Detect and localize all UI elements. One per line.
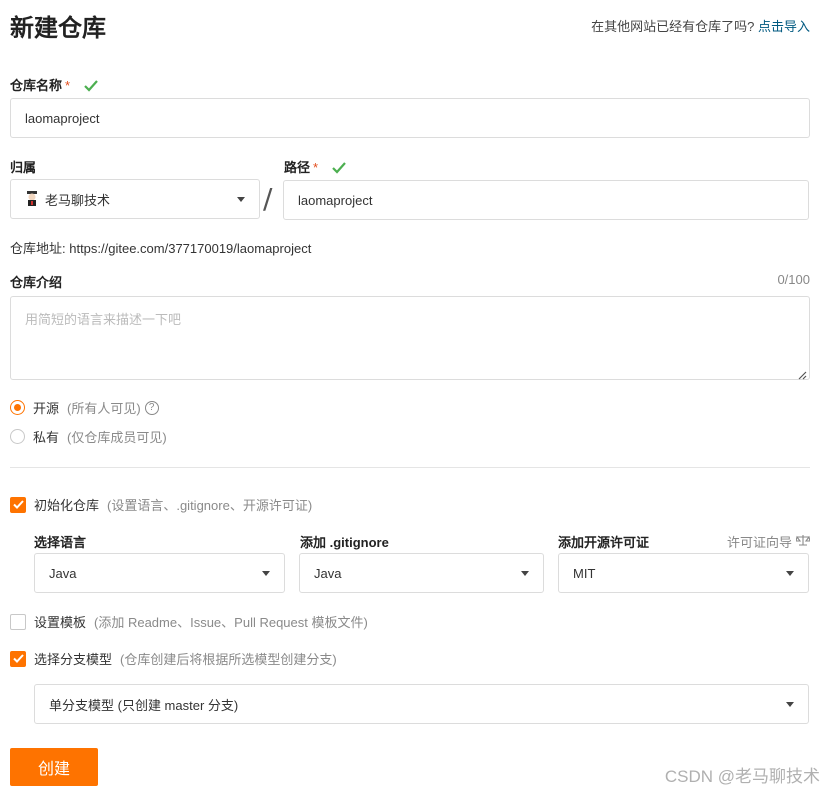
license-select[interactable]: MIT [558, 553, 809, 593]
visibility-option-private[interactable]: 私有 (仅仓库成员可见) [10, 427, 167, 446]
branch-model-label: 选择分支模型 [34, 652, 113, 667]
visibility-private-hint: (仅仓库成员可见) [67, 430, 167, 445]
branch-model-checkbox[interactable] [10, 650, 26, 667]
check-icon [331, 162, 346, 177]
owner-label: 归属 [10, 160, 37, 175]
path-input[interactable]: laomaproject [283, 180, 809, 220]
description-counter: 0/100 [777, 272, 810, 287]
init-repo-checkbox[interactable] [10, 496, 26, 513]
import-hint: 在其他网站已经有仓库了吗? 点击导入 [591, 16, 810, 35]
branch-model-checkbox-row[interactable]: 选择分支模型 (仓库创建后将根据所选模型创建分支) [10, 649, 337, 668]
template-label: 设置模板 [34, 615, 87, 630]
repo-address: 仓库地址: https://gitee.com/377170019/laomap… [10, 241, 312, 256]
gitignore-label: 添加 .gitignore [300, 535, 389, 550]
license-value: MIT [573, 565, 596, 581]
path-label: 路径 * [284, 157, 346, 177]
repo-name-input[interactable]: laomaproject [10, 98, 810, 138]
caret-down-icon [262, 570, 270, 576]
license-guide-link[interactable]: 许可证向导 [726, 532, 811, 551]
visibility-option-public[interactable]: 开源 (所有人可见) ? [10, 398, 159, 417]
radio-private[interactable] [10, 429, 25, 444]
import-hint-text: 在其他网站已经有仓库了吗? [591, 19, 755, 34]
description-label: 仓库介绍 [10, 275, 63, 290]
repo-name-label: 仓库名称 * [10, 75, 98, 95]
visibility-public-label: 开源 [33, 401, 60, 416]
checkbox-check-icon [12, 654, 24, 663]
page-title: 新建仓库 [10, 14, 106, 42]
owner-select-content: 老马聊技术 [25, 190, 110, 209]
init-repo-label: 初始化仓库 [34, 498, 100, 513]
avatar-icon [25, 190, 39, 208]
template-checkbox-row[interactable]: 设置模板 (添加 Readme、Issue、Pull Request 模板文件) [10, 612, 368, 631]
resize-grip-icon[interactable] [798, 368, 807, 380]
help-circle-icon[interactable]: ? [144, 400, 159, 415]
init-repo-checkbox-row[interactable]: 初始化仓库 (设置语言、.gitignore、开源许可证) [10, 495, 312, 514]
gitignore-value: Java [314, 565, 342, 581]
language-value: Java [49, 565, 77, 581]
init-repo-hint: (设置语言、.gitignore、开源许可证) [107, 498, 313, 513]
watermark: CSDN @老马聊技术 [664, 767, 820, 786]
gitignore-select[interactable]: Java [299, 553, 544, 593]
caret-down-icon [237, 196, 245, 202]
caret-down-icon [786, 570, 794, 576]
owner-value: 老马聊技术 [45, 192, 111, 208]
check-icon [83, 80, 98, 95]
description-textarea[interactable]: 用简短的语言来描述一下吧 [10, 296, 810, 380]
license-guide-text: 许可证向导 [726, 535, 792, 550]
template-hint: (添加 Readme、Issue、Pull Request 模板文件) [94, 615, 368, 630]
repo-name-label-text: 仓库名称 [10, 78, 63, 93]
language-select[interactable]: Java [34, 553, 285, 593]
caret-down-icon [786, 701, 794, 707]
branch-model-hint: (仓库创建后将根据所选模型创建分支) [120, 652, 337, 667]
new-repo-page: 新建仓库 在其他网站已经有仓库了吗? 点击导入 仓库名称 * laomaproje… [0, 0, 836, 792]
visibility-private-label: 私有 [33, 430, 60, 445]
branch-model-select[interactable]: 单分支模型 (只创建 master 分支) [34, 684, 809, 724]
license-label: 添加开源许可证 [558, 535, 650, 550]
create-button[interactable]: 创建 [10, 748, 98, 786]
import-link[interactable]: 点击导入 [758, 19, 810, 34]
radio-public[interactable] [10, 400, 25, 415]
scale-icon [795, 534, 811, 549]
owner-select[interactable]: 老马聊技术 [10, 179, 260, 219]
path-label-text: 路径 [284, 160, 311, 175]
checkbox-check-icon [12, 500, 24, 509]
path-separator: / [263, 182, 273, 215]
divider [10, 467, 810, 468]
template-checkbox[interactable] [10, 613, 26, 630]
required-asterisk: * [313, 160, 319, 175]
language-label: 选择语言 [34, 535, 87, 550]
visibility-public-hint: (所有人可见) [67, 401, 141, 416]
required-asterisk: * [65, 78, 71, 93]
caret-down-icon [521, 570, 529, 576]
description-placeholder: 用简短的语言来描述一下吧 [25, 312, 182, 327]
branch-model-value: 单分支模型 (只创建 master 分支) [49, 697, 239, 713]
